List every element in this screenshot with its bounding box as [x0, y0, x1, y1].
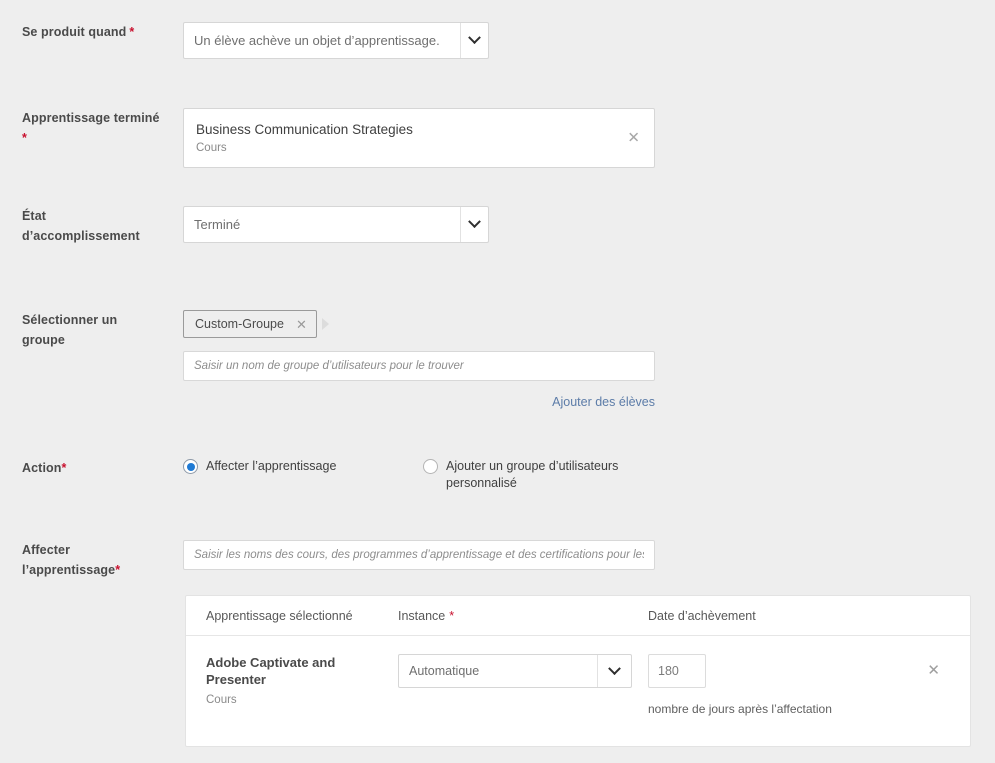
table-header-completion-date: Date d’achèvement: [648, 608, 756, 623]
chevron-down-icon: [460, 207, 488, 242]
table-header-instance: Instance *: [398, 609, 648, 623]
group-search-wrap: [183, 351, 655, 381]
required-asterisk: *: [61, 461, 67, 475]
table-row: Adobe Captivate and Presenter Cours Auto…: [186, 636, 970, 716]
label-assign-learning: Affecter l’apprentissage*: [0, 540, 160, 580]
table-row-subtitle: Cours: [206, 694, 237, 706]
radio-add-custom-group[interactable]: Ajouter un groupe d’utilisateurs personn…: [423, 458, 653, 492]
instance-select-value: Automatique: [409, 664, 480, 678]
label-action: Action*: [0, 458, 160, 478]
label-select-group-text: Sélectionner un groupe: [22, 313, 118, 347]
group-chip[interactable]: Custom-Groupe ✕: [183, 310, 317, 338]
form-row-select-group: Sélectionner un groupe Custom-Groupe ✕ A…: [0, 310, 995, 411]
add-learners-wrap: Ajouter des élèves: [183, 393, 655, 411]
required-asterisk: *: [129, 25, 135, 39]
label-select-group: Sélectionner un groupe: [0, 310, 160, 350]
close-icon[interactable]: ✕: [927, 663, 940, 678]
label-completion-state-text: État d’accomplissement: [22, 209, 140, 243]
radio-unselected-icon: [423, 459, 438, 474]
completion-days-input[interactable]: [648, 654, 706, 688]
table-header-selected-learning: Apprentissage sélectionné: [206, 608, 353, 623]
field-select-group: Custom-Groupe ✕ Ajouter des élèves: [183, 310, 655, 411]
trigger-select[interactable]: Un élève achève un objet d’apprentissage…: [183, 22, 489, 59]
table-cell-instance: Automatique: [398, 654, 648, 688]
label-trigger: Se produit quand *: [0, 22, 160, 42]
field-trigger: Un élève achève un objet d’apprentissage…: [183, 22, 489, 59]
trigger-select-value: Un élève achève un objet d’apprentissage…: [194, 33, 440, 48]
selected-learning-table: Apprentissage sélectionné Instance * Date…: [185, 595, 971, 747]
chevron-down-icon: [460, 23, 488, 58]
form-row-action: Action* Affecter l’apprentissage Ajouter…: [0, 458, 995, 492]
chevron-down-icon: [597, 655, 631, 687]
field-completion-state: Terminé: [183, 206, 489, 243]
assignment-form: Se produit quand * Un élève achève un obj…: [0, 0, 995, 763]
form-row-assign-learning: Affecter l’apprentissage*: [0, 540, 995, 580]
add-learners-link[interactable]: Ajouter des élèves: [552, 395, 655, 409]
completion-days-note: nombre de jours après l’affectation: [648, 702, 832, 716]
table-cell-learning: Adobe Captivate and Presenter Cours: [206, 654, 398, 706]
completed-learning-subtitle: Cours: [196, 142, 227, 154]
table-cell-completion-date: nombre de jours après l’affectation: [648, 654, 950, 716]
action-radio-group: Affecter l’apprentissage Ajouter un grou…: [183, 458, 883, 492]
label-assign-learning-text: Affecter l’apprentissage: [22, 543, 116, 577]
group-chip-list: Custom-Groupe ✕: [183, 310, 655, 338]
close-icon[interactable]: ✕: [296, 318, 307, 331]
required-asterisk: *: [22, 131, 27, 145]
radio-assign-learning-label: Affecter l’apprentissage: [206, 459, 337, 473]
completion-state-select-value: Terminé: [194, 217, 241, 232]
close-icon[interactable]: ✕: [627, 131, 640, 146]
group-chip-label: Custom-Groupe: [195, 317, 284, 331]
label-completed-learning: Apprentissage terminé *: [0, 108, 160, 148]
table-header-row: Apprentissage sélectionné Instance * Date…: [186, 596, 970, 636]
form-row-completed-learning: Apprentissage terminé * Business Communi…: [0, 108, 995, 168]
label-trigger-text: Se produit quand: [22, 25, 127, 39]
radio-assign-learning[interactable]: Affecter l’apprentissage: [183, 458, 423, 475]
label-completed-learning-text: Apprentissage terminé: [22, 111, 160, 125]
required-asterisk: *: [115, 563, 121, 577]
radio-add-custom-group-label: Ajouter un groupe d’utilisateurs personn…: [446, 459, 619, 490]
form-row-trigger: Se produit quand * Un élève achève un obj…: [0, 22, 995, 59]
assign-learning-search-input[interactable]: [183, 540, 655, 570]
instance-select[interactable]: Automatique: [398, 654, 632, 688]
completed-learning-object[interactable]: Business Communication Strategies Cours …: [183, 108, 655, 168]
field-assign-learning: [183, 540, 655, 570]
completed-learning-title: Business Communication Strategies: [196, 122, 413, 137]
label-action-text: Action: [22, 461, 62, 475]
table-row-title: Adobe Captivate and Presenter: [206, 655, 336, 687]
group-search-input[interactable]: [183, 351, 655, 381]
required-asterisk: *: [449, 608, 455, 623]
caret-right-icon[interactable]: [321, 318, 329, 330]
table-header-instance-text: Instance: [398, 608, 446, 623]
radio-selected-icon: [183, 459, 198, 474]
completion-state-select[interactable]: Terminé: [183, 206, 489, 243]
field-completed-learning: Business Communication Strategies Cours …: [183, 108, 655, 168]
form-row-completion-state: État d’accomplissement Terminé: [0, 206, 995, 246]
label-completion-state: État d’accomplissement: [0, 206, 160, 246]
